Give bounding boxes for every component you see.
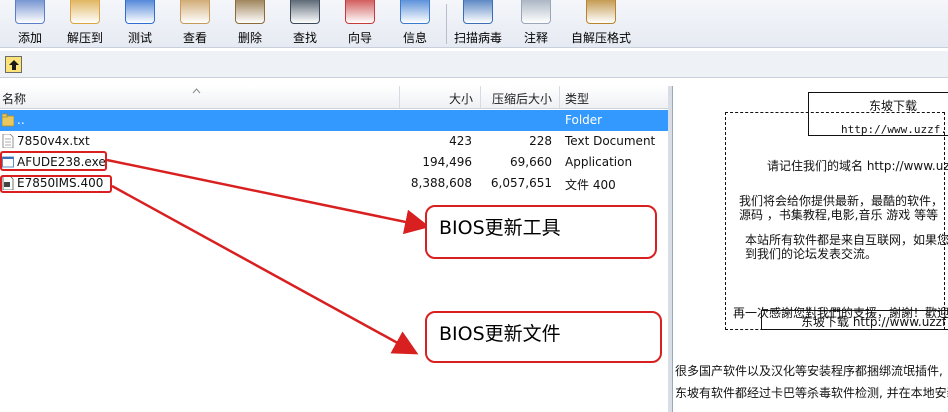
callout-bios-file: BIOS更新文件	[425, 311, 662, 363]
winrar-window: 添加 解压到 测试 查看 删除 查找 向导 信息 扫描病毒 注释 自解压格式 名称 大小 压缩后大小…	[0, 0, 948, 412]
callout-bios-tool: BIOS更新工具	[425, 205, 657, 259]
callout-bios-file-text: BIOS更新文件	[439, 323, 561, 345]
callout-bios-tool-text: BIOS更新工具	[439, 217, 561, 239]
